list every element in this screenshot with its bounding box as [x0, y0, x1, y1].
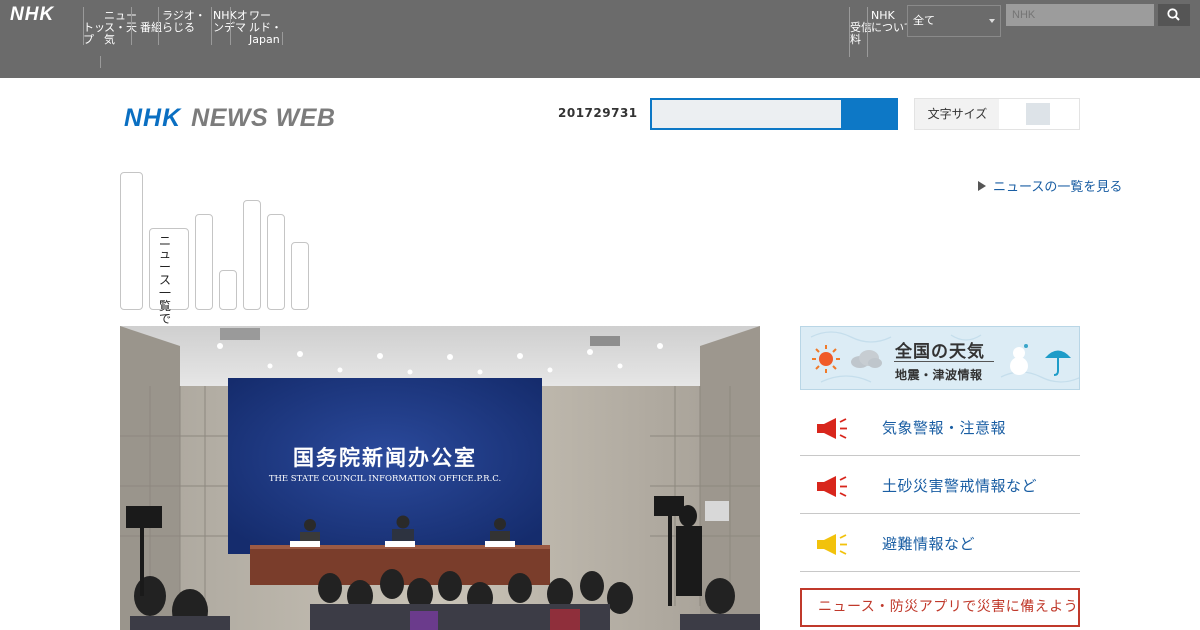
top-divider	[230, 7, 231, 45]
alert-evacuation[interactable]: 避難情報など	[800, 514, 1080, 572]
press-conference-photo: 国务院新闻办公室 THE STATE COUNCIL INFORMATION O…	[120, 326, 760, 630]
top-news-photo[interactable]: 国务院新闻办公室 THE STATE COUNCIL INFORMATION O…	[120, 326, 760, 630]
tab-box[interactable]	[195, 214, 213, 310]
alert-label: 気象警報・注意報	[882, 419, 1007, 437]
top-nav-radio[interactable]: ラジオ・ らじる	[162, 10, 206, 34]
search-icon	[1167, 8, 1180, 21]
top-divider	[131, 7, 132, 45]
toggle-track[interactable]	[999, 99, 1079, 129]
alert-label: 土砂災害警戒情報など	[882, 477, 1038, 495]
search-scope-select[interactable]: 全て	[907, 5, 1001, 37]
top-divider	[211, 7, 212, 45]
tab-box[interactable]	[267, 214, 285, 310]
search-scope-value: 全て	[913, 14, 935, 27]
font-size-label: 文字サイズ	[927, 107, 988, 121]
top-nav-world[interactable]: ワー ルド・ Japan	[249, 10, 282, 46]
logo-news-web-text: NEWS WEB	[191, 104, 336, 132]
top-nav-news-weather[interactable]: ニュー ス・天 気	[104, 10, 137, 46]
news-search	[650, 98, 898, 130]
news-list-link[interactable]: ニュースの一覧を見る	[978, 176, 1122, 195]
weather-banner[interactable]: 全国の天気 地震・津波情報	[800, 326, 1080, 390]
tab-box[interactable]	[219, 270, 237, 310]
svg-text:THE STATE COUNCIL INFORMATION: THE STATE COUNCIL INFORMATION OFFICE.P.R…	[269, 474, 501, 484]
toggle-knob[interactable]	[1026, 103, 1050, 125]
global-search-button[interactable]	[1158, 4, 1190, 26]
cloud-icon	[851, 350, 882, 368]
logo-nhk-text: NHK	[124, 104, 182, 132]
megaphone-icon	[817, 476, 847, 497]
sun-icon	[812, 345, 840, 373]
megaphone-icon	[817, 418, 847, 439]
top-nav-fee[interactable]: 受信 料	[850, 22, 872, 46]
alert-label: 避難情報など	[882, 535, 976, 553]
date-code: 201729731	[558, 106, 638, 120]
umbrella-icon	[1045, 350, 1071, 376]
top-divider	[158, 7, 159, 45]
global-top-bar: NHK トッ プ ニュー ス・天 気 番組 ラジオ・ らじる NHKオ ンデマ …	[0, 0, 1200, 78]
snowman-icon	[1010, 344, 1028, 375]
nhk-global-logo[interactable]: NHK	[10, 5, 54, 25]
top-divider	[282, 32, 283, 45]
tab-box[interactable]	[291, 242, 309, 310]
top-divider	[867, 7, 868, 57]
news-search-input[interactable]	[652, 100, 841, 128]
tab-box[interactable]	[243, 200, 261, 310]
font-size-toggle[interactable]: 文字サイズ	[914, 98, 1080, 130]
weather-title: 全国の天気	[895, 342, 985, 362]
tab-box-news-list[interactable]: ニュース一覧で見る	[149, 228, 189, 352]
alert-weather-warnings[interactable]: 気象警報・注意報	[800, 398, 1080, 456]
chevron-down-icon	[989, 19, 995, 23]
top-divider	[100, 56, 101, 68]
triangle-right-icon	[978, 180, 986, 191]
news-list-link-label: ニュースの一覧を見る	[993, 180, 1123, 195]
earthquake-tsunami-link: 地震・津波情報	[895, 368, 983, 382]
megaphone-icon	[817, 534, 847, 555]
news-search-button[interactable]	[841, 100, 896, 128]
nhk-news-web-logo[interactable]: NHK NEWS WEB	[124, 104, 335, 132]
weather-divider	[894, 361, 994, 362]
top-nav-top[interactable]: トッ プ	[83, 22, 105, 46]
app-promo-link[interactable]: ニュース・防災アプリで災害に備えよう	[800, 588, 1080, 627]
tab-box[interactable]	[120, 172, 143, 310]
global-search-input[interactable]	[1006, 4, 1154, 26]
alert-landslide[interactable]: 土砂災害警戒情報など	[800, 456, 1080, 514]
svg-text:国务院新闻办公室: 国务院新闻办公室	[293, 446, 477, 470]
